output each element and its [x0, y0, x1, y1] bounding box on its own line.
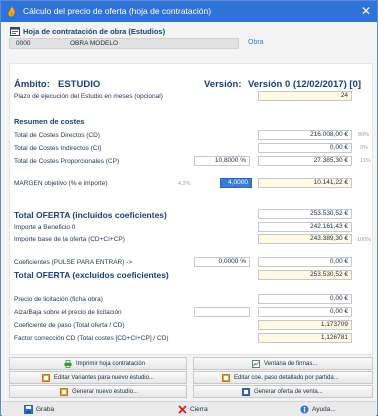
imprimir-button[interactable]: Imprimir hoja contratación	[9, 357, 187, 370]
plazo-input[interactable]: 24	[258, 91, 352, 101]
bottom-bar: Graba Cierra Ayuda...	[2, 401, 376, 416]
obra-code-box: 0000 OBRA MODELO	[9, 38, 239, 49]
version-label: Versión:	[204, 79, 242, 90]
main-panel: Ámbito: ESTUDIO Versión: Versión 0 (12/0…	[9, 63, 373, 355]
grabar-button[interactable]: Graba	[24, 404, 64, 415]
coeficientes-label[interactable]: Coeficientes (PULSE PARA ENTRAR) ->	[14, 259, 132, 266]
directos-label: Total de Costes Directos (CD)	[14, 132, 100, 139]
proporcionales-pct: 11%	[360, 158, 371, 164]
title-bar: Cálculo del precio de oferta (hoja de co…	[1, 1, 377, 22]
close-x-icon	[178, 405, 187, 414]
plazo-label: Plazo de ejecución del Estudio en meses …	[14, 93, 163, 100]
obra-name: OBRA MODELO	[70, 40, 119, 47]
alza-label: Alza/Baja sobre el precio de licitación	[14, 309, 122, 316]
ayuda-button[interactable]: Ayuda...	[300, 404, 350, 415]
total-oferta-value: 253.530,52 €	[258, 209, 352, 219]
cierra-button[interactable]: Cierra	[178, 404, 218, 415]
firmas-label: Ventana de firmas...	[264, 361, 318, 367]
sale-offer-icon	[242, 388, 250, 396]
precio-licitacion-value: 0,00 €	[258, 294, 352, 304]
total-oferta-label: Total OFERTA (incluidos coeficientes)	[14, 210, 167, 220]
ambito-value: ESTUDIO	[58, 79, 101, 90]
save-icon	[24, 405, 33, 414]
margen-pct-input[interactable]: 4,0000 %	[220, 178, 252, 194]
imprimir-label: Imprimir hoja contratación	[76, 361, 146, 367]
indirectos-value: 0,00 €	[258, 143, 352, 153]
ayuda-label: Ayuda...	[312, 406, 336, 413]
directos-pct: 89%	[358, 132, 370, 138]
precio-licitacion-label: Precio de licitación (ficha obra)	[14, 296, 103, 303]
nuevo-estudio-button[interactable]: Generar nuevo estudio...	[9, 385, 187, 398]
margen-pct-side: 4,2%	[178, 181, 191, 187]
grabar-label: Graba	[36, 406, 55, 413]
alza-value: 0,00 €	[258, 307, 352, 317]
indirectos-label: Total de Costes Indirectos (CI)	[14, 145, 102, 152]
proporcionales-value: 27.385,30 €	[258, 156, 352, 166]
ambito-label: Ámbito:	[14, 79, 50, 90]
header-title: Hoja de contratación de obra (Estudios)	[23, 27, 166, 36]
oferta-venta-button[interactable]: Generar oferta de venta...	[193, 385, 373, 398]
factor-value: 1,126781	[258, 333, 352, 343]
coef-paso-value: 1,173709	[258, 320, 352, 330]
edit-variants-icon	[42, 374, 50, 382]
alza-pct-input[interactable]	[194, 307, 250, 317]
coeficientes-value: 0,00 €	[258, 257, 352, 267]
nuevo-estudio-label: Generar nuevo estudio...	[72, 389, 139, 395]
contract-sheet-icon	[10, 27, 20, 36]
base-value: 243.389,30 €	[258, 234, 352, 244]
oferta-venta-label: Generar oferta de venta...	[254, 389, 323, 395]
cierra-label: Cierra	[190, 406, 208, 413]
help-icon	[300, 405, 309, 414]
firmas-button[interactable]: Ventana de firmas...	[193, 357, 373, 370]
coeficientes-pct-input[interactable]: 0,0000 %	[194, 257, 250, 267]
obra-code: 0000	[16, 40, 31, 47]
total-sin-label: Total OFERTA (excluidos coeficientes)	[14, 270, 169, 280]
close-icon[interactable]: ✕	[361, 4, 371, 18]
variantes-label: Editar Variantes para nuevo estudio...	[54, 375, 154, 381]
factor-label: Factor corrección CD (Total costes [CD+C…	[14, 335, 169, 342]
total-sin-value: 253.530,52 €	[258, 270, 352, 280]
base-pct: 100%	[357, 237, 372, 243]
base-label: Importe base de la oferta (CD+CI+CP)	[14, 236, 125, 243]
margen-value: 10.141,22 €	[258, 178, 352, 188]
directos-value: 216.008,00 €	[258, 130, 352, 140]
beneficio-label: Importe a Beneficio 0	[14, 224, 76, 231]
coe-paso-button[interactable]: Editar coe. paso detallado por partida..…	[193, 371, 373, 384]
variantes-button[interactable]: Editar Variantes para nuevo estudio...	[9, 371, 187, 384]
margen-label: MARGEN objetivo (% e importe)	[14, 180, 108, 187]
version-value: Versión 0 (12/02/2017) [0]	[248, 79, 362, 90]
resumen-title: Resumen de costes	[14, 117, 85, 126]
indirectos-pct: 0%	[360, 145, 368, 151]
coe-paso-label: Editar coe. paso detallado por partida..…	[234, 375, 339, 381]
proporcionales-pct-input[interactable]: 10,8000 %	[194, 156, 250, 166]
signature-window-icon	[252, 360, 260, 368]
new-study-icon	[60, 388, 68, 396]
dialog-window: Cálculo del precio de oferta (hoja de co…	[0, 0, 378, 416]
app-flame-icon	[8, 6, 15, 17]
beneficio-value: 242.161,43 €	[258, 222, 352, 232]
coef-paso-label: Coeficiente de paso (Total oferta / CD)	[14, 322, 125, 329]
printer-icon	[64, 360, 72, 368]
window-title: Cálculo del precio de oferta (hoja de co…	[23, 6, 212, 16]
obra-link[interactable]: Obra	[248, 39, 264, 46]
proporcionales-label: Total de Costes Proporcionales (CP)	[14, 158, 120, 165]
edit-coefficient-icon	[222, 374, 230, 382]
